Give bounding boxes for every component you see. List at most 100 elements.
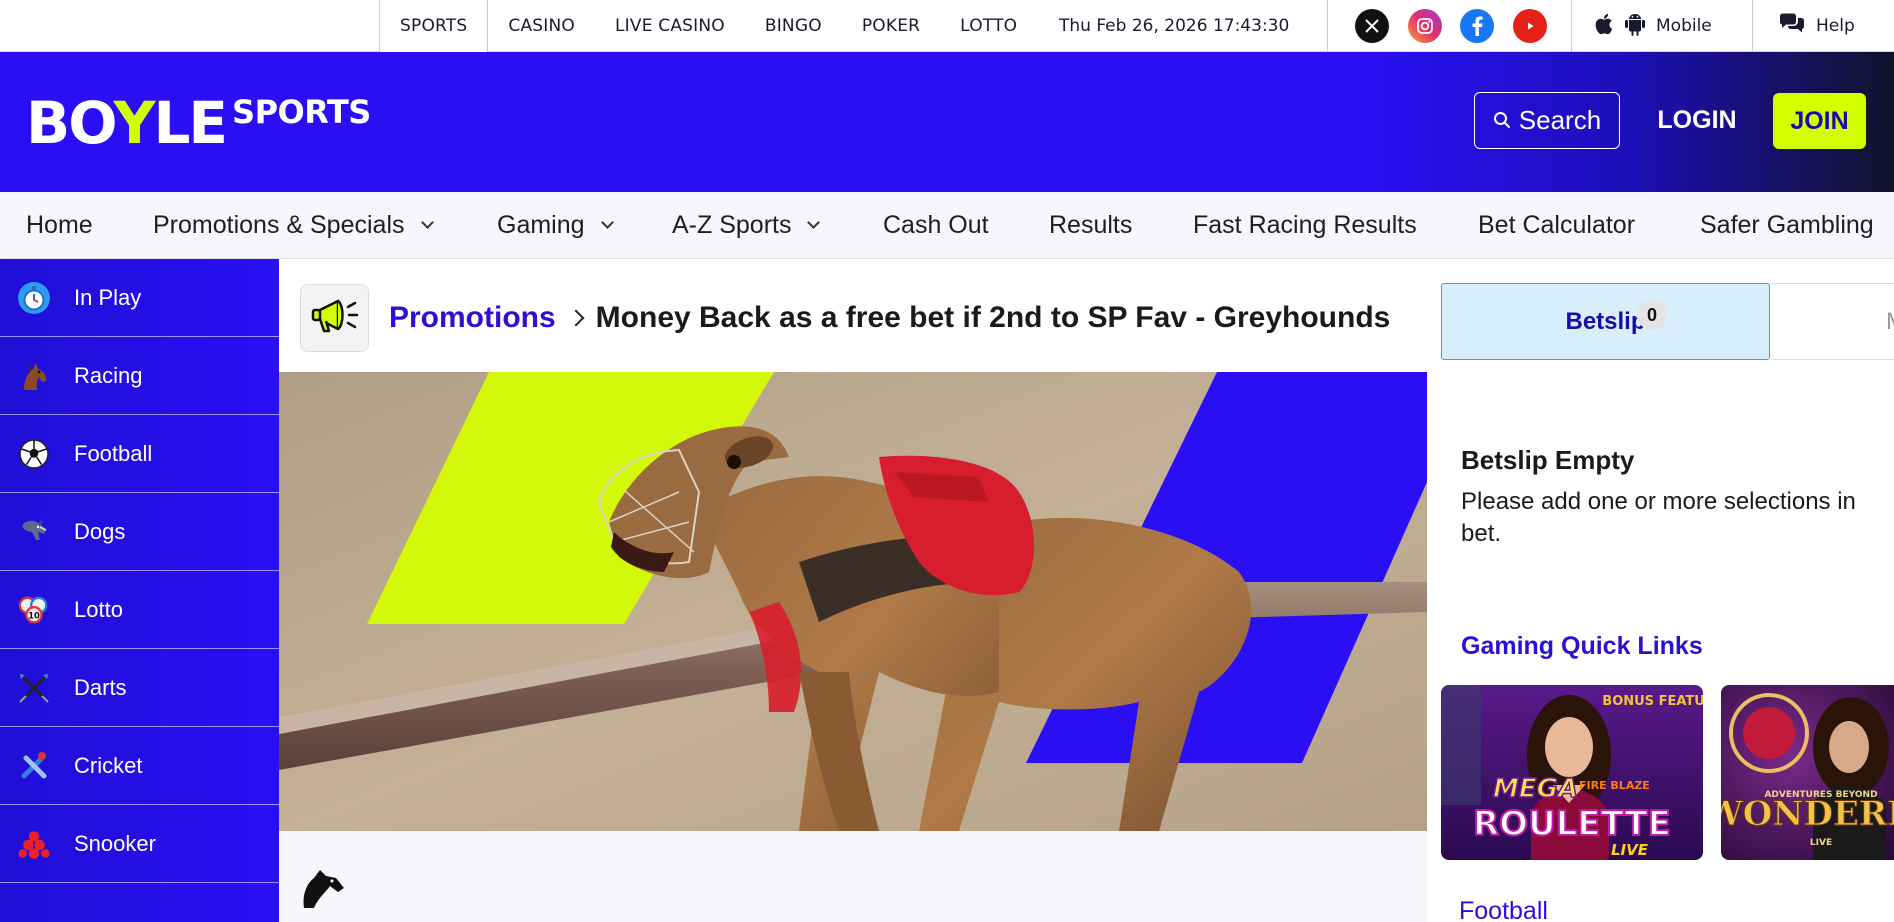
- boylesports-logo[interactable]: BOYLE SPORTS: [26, 94, 371, 152]
- greyhound-racing-illustration: [279, 372, 1427, 831]
- sidebar-item-cricket[interactable]: Cricket: [0, 727, 279, 805]
- stopwatch-icon: [18, 281, 50, 314]
- cricket-icon: [18, 750, 50, 782]
- tile-line2: WONDERLA: [1721, 794, 1894, 834]
- chevron-right-icon: [567, 309, 585, 327]
- mega-roulette-artwork: BONUS FEATURE MEGA FIRE BLAZE ROULETTE L…: [1441, 685, 1703, 860]
- sidebar-item-darts[interactable]: Darts: [0, 649, 279, 727]
- horse-icon: [18, 360, 50, 392]
- breadcrumb: Promotions Money Back as a free bet if 2…: [389, 301, 1390, 335]
- tab-betslip[interactable]: Betslip 0: [1441, 283, 1770, 360]
- nav-promotions-specials[interactable]: Promotions & Specials: [153, 192, 434, 259]
- product-tab-poker[interactable]: POKER: [842, 0, 940, 52]
- product-tab-sports[interactable]: SPORTS: [379, 0, 489, 52]
- tile-line2: FIRE BLAZE: [1579, 779, 1650, 792]
- login-button[interactable]: LOGIN: [1652, 92, 1742, 149]
- tab-my-bets[interactable]: M: [1770, 283, 1894, 360]
- product-tab-bingo[interactable]: BINGO: [745, 0, 842, 52]
- sidebar-item-label: Dogs: [74, 518, 126, 544]
- nav-results[interactable]: Results: [1049, 192, 1132, 259]
- nav-bet-calculator[interactable]: Bet Calculator: [1478, 192, 1635, 259]
- sidebar-item-label: Football: [74, 440, 153, 466]
- chevron-down-icon: [807, 215, 821, 229]
- lotto-balls-icon: 10: [18, 594, 50, 626]
- sidebar-item-label: In Play: [74, 284, 142, 310]
- football-icon: [18, 438, 50, 470]
- nav-label: A-Z Sports: [672, 210, 792, 239]
- sidebar-item-label: Darts: [74, 674, 127, 700]
- svg-text:10: 10: [28, 610, 40, 620]
- search-button[interactable]: Search: [1474, 92, 1620, 149]
- snooker-icon: [18, 828, 50, 860]
- sidebar-item-dogs[interactable]: Dogs: [0, 493, 279, 571]
- chevron-down-icon: [600, 215, 614, 229]
- divider: [1327, 0, 1328, 52]
- betslip-count-badge: 0: [1637, 300, 1667, 330]
- main-navigation: Home Promotions & Specials Gaming A-Z Sp…: [0, 192, 1894, 259]
- betslip-tab-label: Betslip: [1565, 307, 1646, 335]
- sidebar-item-label: Racing: [74, 362, 143, 388]
- page-title: Money Back as a free bet if 2nd to SP Fa…: [595, 301, 1391, 334]
- sports-sidebar: In Play Racing Football Dogs 10 Lotto Da…: [0, 259, 279, 922]
- nav-label: Promotions & Specials: [153, 210, 405, 239]
- gaming-quick-links-title[interactable]: Gaming Quick Links: [1461, 632, 1703, 661]
- sidebar-item-snooker[interactable]: Snooker: [0, 805, 279, 883]
- sidebar-item-label: Cricket: [74, 752, 143, 778]
- apple-icon: [1594, 13, 1614, 40]
- android-icon: [1624, 12, 1646, 41]
- nav-gaming[interactable]: Gaming: [497, 192, 614, 259]
- nav-home[interactable]: Home: [26, 192, 93, 259]
- tile-line4: LIVE: [1611, 841, 1649, 859]
- nav-label: Safer Gambling: [1700, 210, 1874, 239]
- logo-text-bo: BO: [26, 89, 115, 157]
- instagram-icon[interactable]: [1408, 9, 1442, 43]
- greyhound-icon: [18, 516, 50, 548]
- megaphone-icon: [310, 295, 360, 342]
- greyhound-silhouette-icon: [298, 866, 346, 917]
- nav-label: Results: [1049, 210, 1133, 239]
- youtube-icon[interactable]: [1513, 9, 1547, 43]
- product-tab-live-casino[interactable]: LIVE CASINO: [595, 0, 745, 52]
- game-tile-mega-fire-blaze-roulette[interactable]: BONUS FEATURE MEGA FIRE BLAZE ROULETTE L…: [1441, 685, 1703, 860]
- nav-safer-gambling[interactable]: Safer Gambling: [1700, 192, 1874, 259]
- logo-text-le: LE: [153, 89, 228, 157]
- nav-a-z-sports[interactable]: A-Z Sports: [672, 192, 821, 259]
- search-label: Search: [1518, 105, 1602, 135]
- nav-label: Cash Out: [883, 210, 989, 239]
- tile-line1: MEGA: [1493, 774, 1578, 804]
- sidebar-item-football[interactable]: Football: [0, 415, 279, 493]
- darts-icon: [18, 672, 50, 704]
- quick-link-football[interactable]: Football: [1459, 897, 1548, 922]
- sidebar-item-label: Snooker: [74, 830, 156, 856]
- sidebar-item-in-play[interactable]: In Play: [0, 259, 279, 337]
- nav-label: Bet Calculator: [1478, 210, 1636, 239]
- tile-bonus-label: BONUS FEATURE: [1602, 694, 1703, 709]
- product-tab-casino[interactable]: CASINO: [488, 0, 595, 52]
- sidebar-item-racing[interactable]: Racing: [0, 337, 279, 415]
- tile-line3: ROULETTE: [1473, 804, 1671, 844]
- facebook-icon[interactable]: [1460, 9, 1494, 43]
- chat-bubbles-icon: [1778, 12, 1806, 41]
- divider: [1752, 0, 1753, 52]
- nav-fast-racing-results[interactable]: Fast Racing Results: [1193, 192, 1417, 259]
- game-tile-adventures-beyond-wonderland[interactable]: ADVENTURES BEYOND WONDERLA LIVE: [1721, 685, 1894, 860]
- mobile-apps-link[interactable]: Mobile: [1594, 0, 1712, 52]
- betslip-panel: Betslip 0 M Betslip Empty Please add one…: [1427, 259, 1894, 922]
- top-utility-bar: SPORTS CASINO LIVE CASINO BINGO POKER LO…: [0, 0, 1894, 52]
- tile-line3: LIVE: [1810, 838, 1832, 848]
- join-button[interactable]: JOIN: [1773, 93, 1866, 149]
- nav-label: Gaming: [497, 210, 585, 239]
- logo-text-y: Y: [113, 89, 155, 157]
- nav-cash-out[interactable]: Cash Out: [883, 192, 989, 259]
- chevron-down-icon: [420, 215, 434, 229]
- search-icon: [1493, 105, 1511, 136]
- help-label: Help: [1816, 16, 1855, 36]
- promotion-banner-image: [279, 372, 1427, 831]
- breadcrumb-link-promotions[interactable]: Promotions: [389, 301, 556, 335]
- x-icon[interactable]: [1355, 9, 1389, 43]
- current-datetime: Thu Feb 26, 2026 17:43:30: [1059, 16, 1290, 36]
- product-tab-lotto[interactable]: LOTTO: [940, 0, 1037, 52]
- help-link[interactable]: Help: [1778, 0, 1855, 52]
- sidebar-item-lotto[interactable]: 10 Lotto: [0, 571, 279, 649]
- mobile-label: Mobile: [1656, 16, 1712, 36]
